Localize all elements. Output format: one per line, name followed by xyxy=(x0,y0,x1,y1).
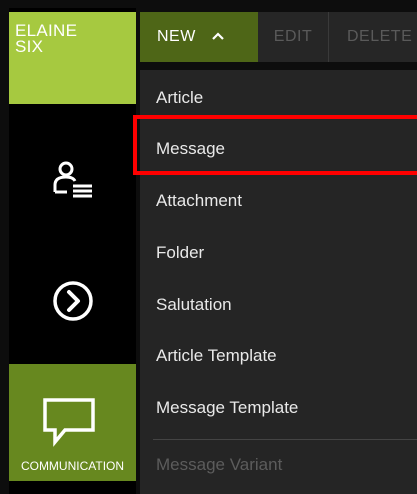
delete-button[interactable]: DELETE xyxy=(347,12,417,62)
communication-tile[interactable]: COMMUNICATION xyxy=(9,364,136,481)
speech-bubble-icon xyxy=(43,398,95,447)
menu-item-message-template[interactable]: Message Template xyxy=(140,382,417,434)
toolbar-divider xyxy=(328,12,329,62)
menu-item-attachment[interactable]: Attachment xyxy=(140,175,417,227)
new-button[interactable]: NEW xyxy=(140,12,258,62)
contact-list-icon xyxy=(53,161,92,198)
app-frame: ELAINE SIX COMMUNICATION NEW EDIT DELETE… xyxy=(0,0,417,494)
menu-item-folder[interactable]: Folder xyxy=(140,227,417,279)
toolbar: NEW EDIT DELETE xyxy=(140,12,417,62)
chevron-right-circle-icon xyxy=(52,281,93,321)
user-tile[interactable]: ELAINE SIX xyxy=(9,12,136,104)
new-button-label: NEW xyxy=(157,28,196,46)
contacts-button[interactable] xyxy=(9,158,136,202)
forward-button[interactable] xyxy=(9,279,136,323)
chevron-up-icon xyxy=(211,12,225,62)
left-rail: ELAINE SIX COMMUNICATION xyxy=(9,8,136,494)
menu-item-salutation[interactable]: Salutation xyxy=(140,279,417,331)
menu-item-article-template[interactable]: Article Template xyxy=(140,330,417,382)
user-name-line2: SIX xyxy=(15,37,44,56)
highlight-box xyxy=(133,115,417,175)
communication-label: COMMUNICATION xyxy=(20,459,125,473)
menu-item-message-variant: Message Variant xyxy=(156,455,283,474)
edit-button[interactable]: EDIT xyxy=(258,12,328,62)
